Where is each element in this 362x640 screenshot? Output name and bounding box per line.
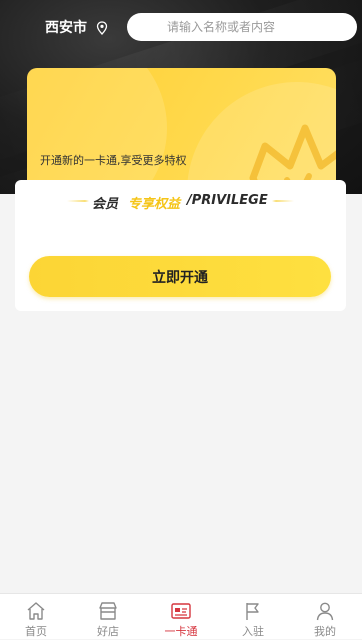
tab-home-label: 首页 [25,625,47,638]
store-icon [99,602,117,620]
tab-card-label: 一卡通 [164,625,198,638]
user-icon [316,602,334,621]
card-icon [171,603,191,619]
search-input[interactable] [127,13,357,41]
title-exclusive: 专享权益 [128,197,181,212]
tab-join-label: 入驻 [242,625,264,638]
tab-join[interactable]: 入驻 [217,594,289,640]
tab-store-label: 好店 [97,625,119,638]
tab-store[interactable]: 好店 [72,594,144,640]
tab-mine-label: 我的 [314,625,336,638]
tab-home[interactable]: 首页 [0,594,72,640]
tab-card[interactable]: 一卡通 [145,594,217,640]
open-now-button[interactable]: 立即开通 [29,256,331,297]
home-icon [27,602,45,620]
search-box[interactable] [127,13,357,41]
title-decoration-left-icon [67,200,89,202]
city-selector[interactable]: 西安市 [45,18,87,38]
bottom-tab-bar: 首页 好店 一卡通 入驻 我的 [0,593,362,639]
title-decoration-right-icon [272,200,294,202]
title-english: /PRIVILEGE [187,193,268,208]
privilege-panel: 会员 专享权益 /PRIVILEGE 立即开通 [15,180,346,311]
location-pin-icon[interactable] [96,21,108,35]
card-promo-text: 开通新的一卡通,享受更多特权 [40,154,187,167]
title-member: 会员 [92,197,119,212]
privilege-title: 会员 专享权益 /PRIVILEGE [15,192,346,212]
flag-icon [246,603,259,620]
tab-mine[interactable]: 我的 [289,594,361,640]
